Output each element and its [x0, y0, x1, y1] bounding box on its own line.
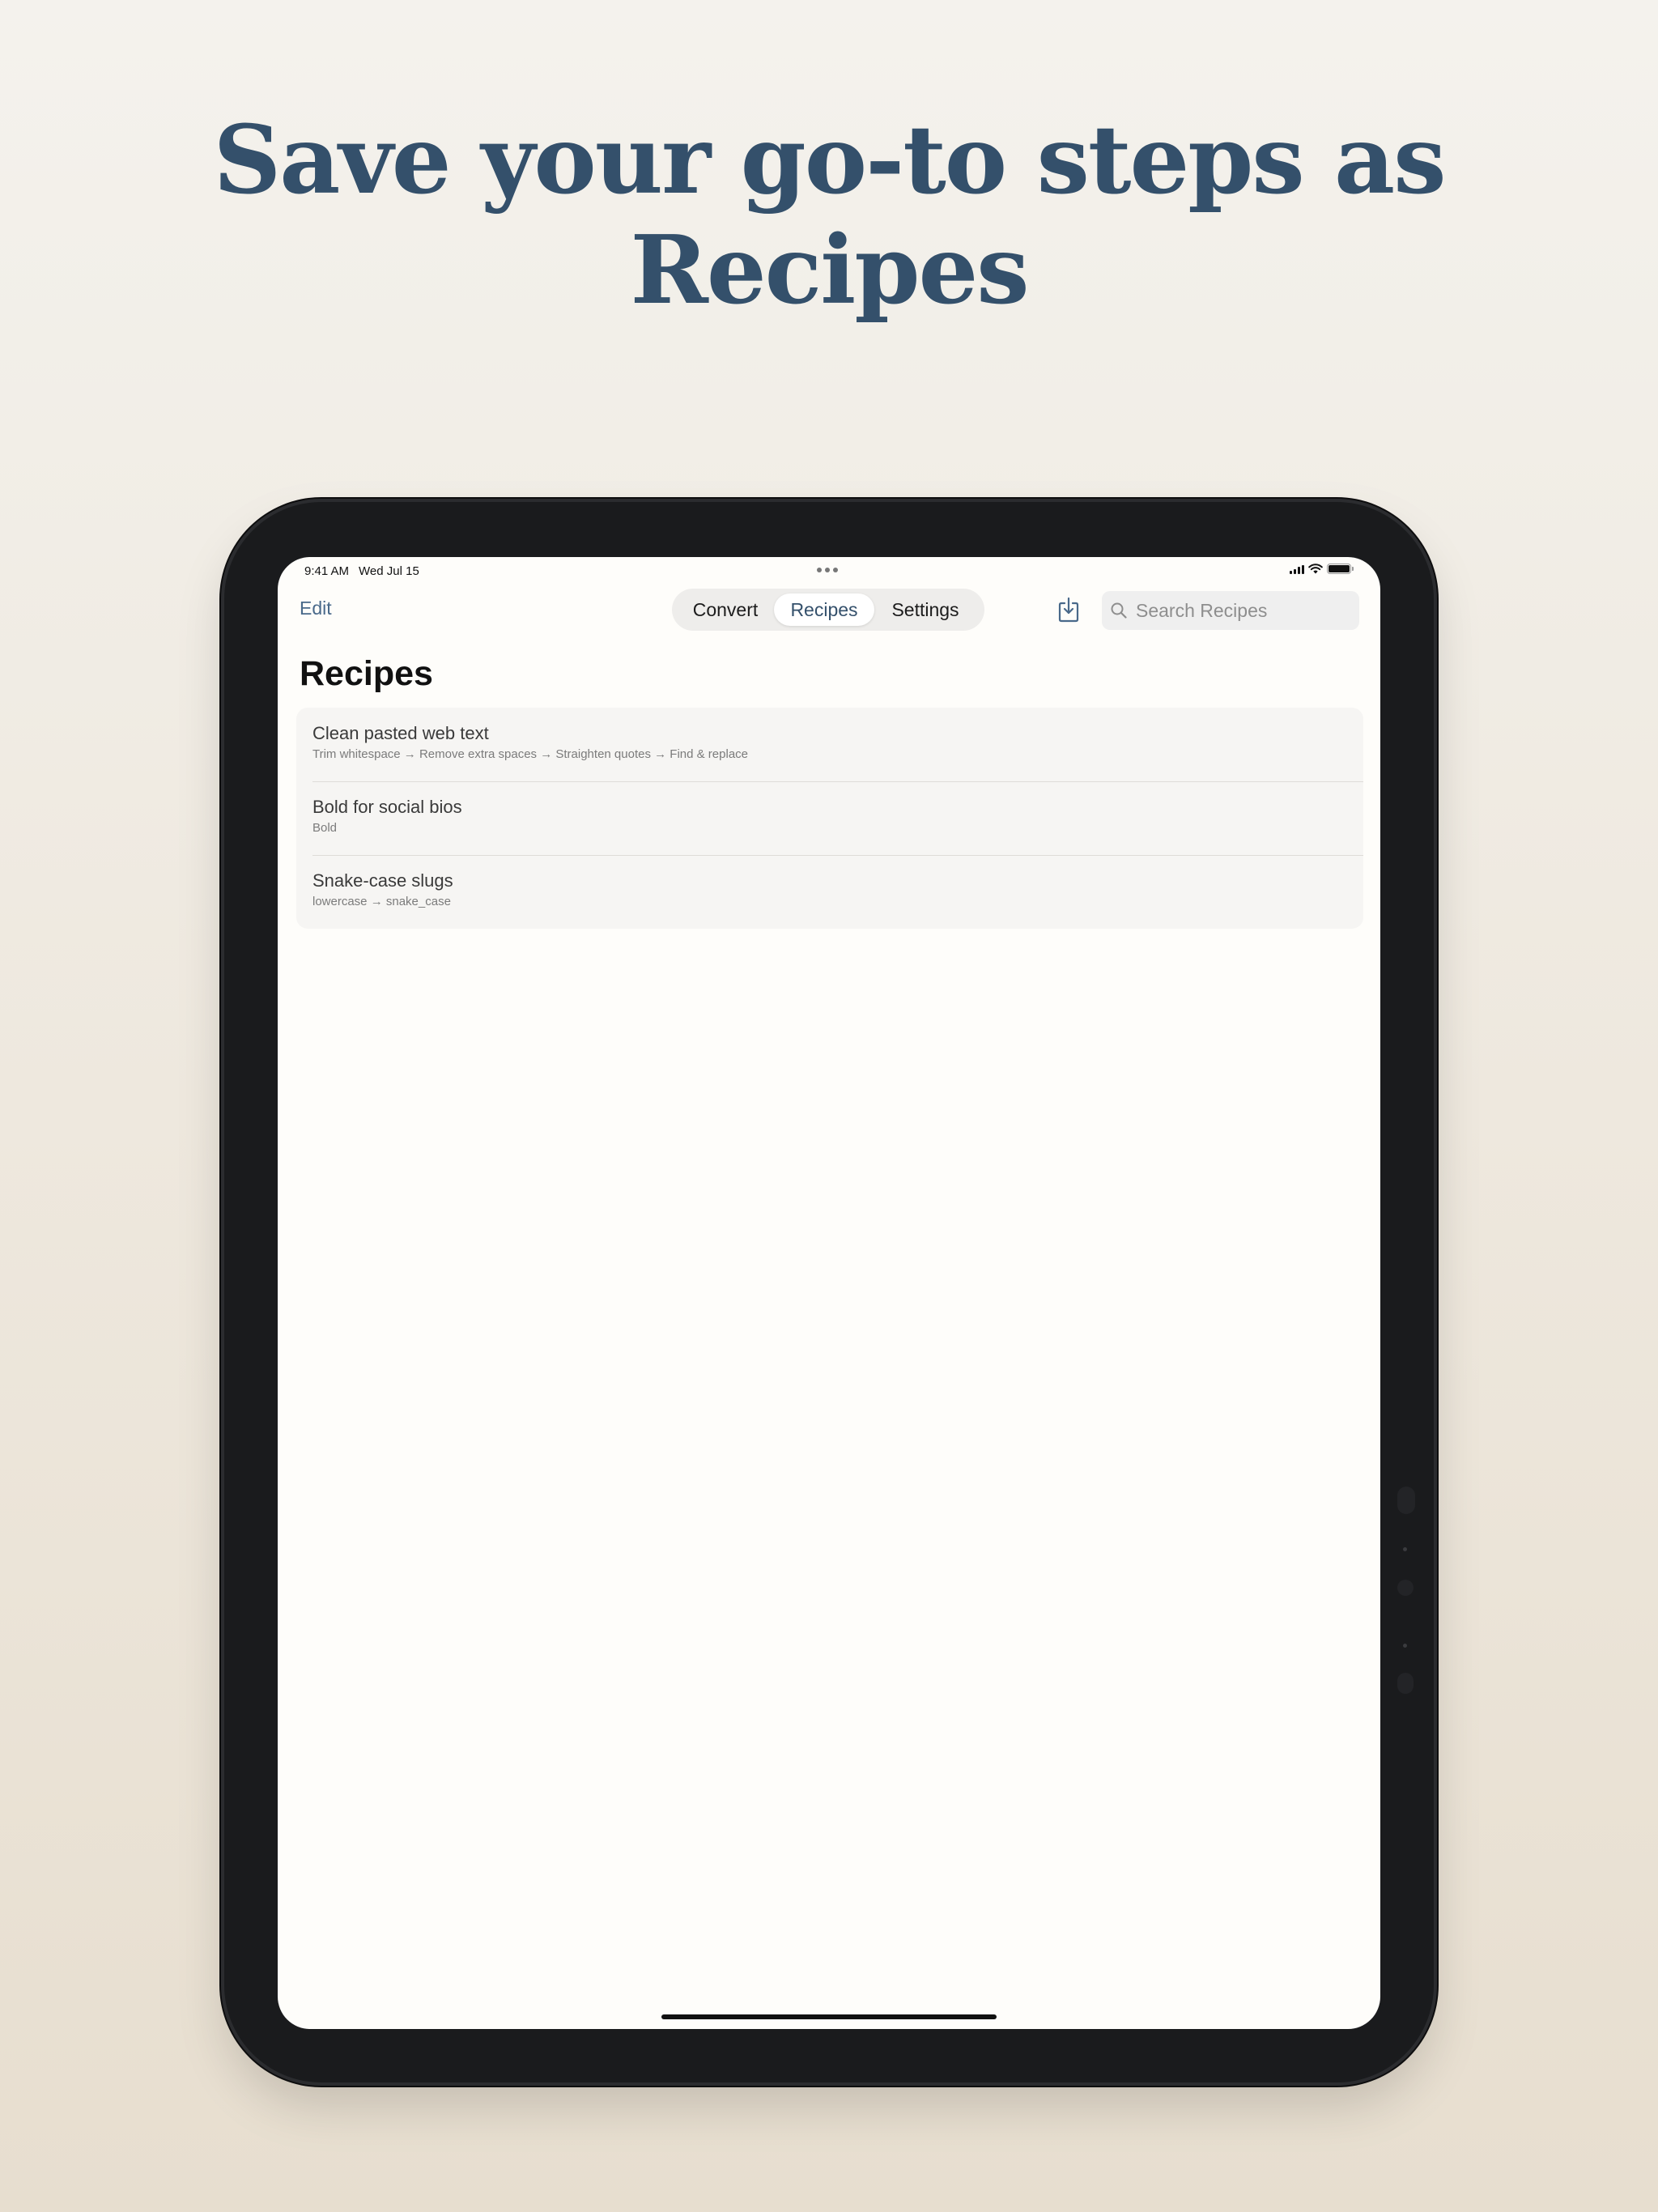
home-indicator[interactable] [661, 2014, 997, 2019]
battery-icon [1327, 564, 1354, 574]
tray-arrow-down-icon[interactable] [1056, 596, 1081, 623]
search-field[interactable] [1102, 591, 1359, 630]
cellular-signal-icon [1290, 564, 1304, 574]
edit-button[interactable]: Edit [300, 598, 332, 619]
multitasking-dots-icon[interactable] [817, 568, 838, 572]
sensor-dot [1403, 1547, 1407, 1551]
recipe-steps: Trim whitespace → Remove extra spaces → … [312, 747, 749, 761]
recipe-row-snake-case-slugs[interactable]: Snake-case slugs lowercase → snake_case [296, 855, 1363, 929]
headline-line-1: Save your go-to steps as [213, 105, 1446, 215]
tab-switcher: Convert Recipes Settings [672, 589, 984, 631]
camera-lens-icon [1397, 1580, 1414, 1596]
flash-icon [1397, 1673, 1414, 1694]
status-bar-left: 9:41 AM Wed Jul 15 [304, 564, 419, 578]
recipe-title: Bold for social bios [312, 797, 462, 817]
wifi-icon [1308, 564, 1323, 574]
app-screen: 9:41 AM Wed Jul 15 Edit Convert Recipes S… [278, 557, 1380, 2029]
search-icon [1111, 602, 1127, 619]
recipe-list: Clean pasted web text Trim whitespace → … [296, 708, 1363, 929]
recipe-title: Clean pasted web text [312, 723, 489, 743]
recipe-title: Snake-case slugs [312, 870, 453, 891]
recipe-row-bold-for-social-bios[interactable]: Bold for social bios Bold [296, 781, 1363, 855]
page-title: Recipes [300, 654, 433, 693]
recipe-row-clean-pasted-web-text[interactable]: Clean pasted web text Trim whitespace → … [296, 708, 1363, 781]
status-bar-right [1290, 564, 1354, 574]
camera-dot [1397, 1487, 1415, 1514]
tab-recipes[interactable]: Recipes [774, 593, 874, 626]
search-input[interactable] [1134, 598, 1348, 623]
tab-convert[interactable]: Convert [677, 593, 774, 626]
headline: Save your go-to steps as Recipes [0, 105, 1658, 325]
recipe-steps: Bold [312, 821, 338, 835]
recipe-steps: lowercase → snake_case [312, 895, 451, 908]
tab-settings[interactable]: Settings [874, 593, 976, 626]
headline-line-2: Recipes [630, 215, 1029, 325]
sensor-dot [1403, 1644, 1407, 1648]
status-date: Wed Jul 15 [359, 564, 419, 578]
status-time: 9:41 AM [304, 564, 350, 578]
